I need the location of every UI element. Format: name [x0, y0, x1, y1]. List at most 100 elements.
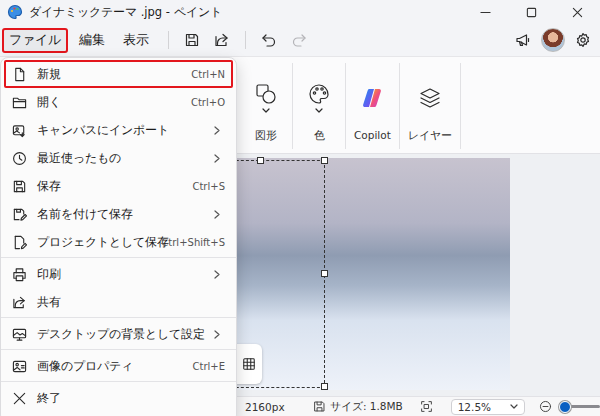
- menu-bar-item[interactable]: ファイル: [2, 28, 68, 53]
- selection-handle[interactable]: [321, 383, 328, 390]
- chevron-down-icon[interactable]: [262, 108, 270, 114]
- account-button[interactable]: [538, 27, 568, 53]
- save-as-icon: [12, 207, 27, 222]
- folder-icon: [12, 95, 27, 110]
- zoom-slider[interactable]: [560, 405, 600, 408]
- redo-button: [284, 27, 314, 53]
- zoom-slider-thumb[interactable]: [559, 401, 571, 413]
- ribbon-group-icon-wrap[interactable]: [360, 69, 384, 127]
- ribbon-group[interactable]: 図形: [240, 63, 293, 149]
- maximize-button[interactable]: [508, 0, 554, 24]
- title-bar: ダイナミックテーマ .jpg - ペイント: [0, 0, 600, 24]
- menu-item-label: 印刷: [37, 267, 203, 282]
- zoom-dropdown[interactable]: 12.5%: [451, 399, 525, 415]
- file-menu-item[interactable]: 保存 Ctrl+S: [4, 172, 233, 200]
- file-menu-item[interactable]: 印刷: [4, 260, 233, 288]
- menu-item-label: 保存: [37, 179, 182, 194]
- menu-separator: [1, 317, 236, 318]
- import-image-icon: [12, 123, 27, 138]
- avatar-icon: [541, 28, 565, 52]
- ribbon-group-icon-wrap[interactable]: [418, 69, 442, 127]
- ribbon-group-icon-wrap[interactable]: [307, 69, 331, 127]
- redo-icon: [291, 32, 307, 48]
- gear-icon: [575, 32, 591, 48]
- paint-app-icon: [7, 4, 23, 20]
- chevron-right-icon: [213, 210, 221, 219]
- image-dimensions: 2160px: [245, 401, 285, 413]
- close-button[interactable]: [554, 0, 600, 24]
- chevron-right-icon: [213, 126, 221, 135]
- menu-item-label: 共有: [37, 295, 225, 310]
- selection-handle[interactable]: [321, 157, 328, 164]
- feedback-button[interactable]: [508, 27, 538, 53]
- menu-item-shortcut: Ctrl+Shift+S: [161, 237, 225, 248]
- selection-handle[interactable]: [321, 270, 328, 277]
- file-menu-item[interactable]: デスクトップの背景として設定: [4, 320, 233, 348]
- share-button[interactable]: [207, 27, 237, 53]
- chevron-right-icon: [213, 154, 221, 163]
- project-save-icon: [12, 235, 27, 250]
- menu-item-shortcut: Ctrl+O: [191, 97, 225, 108]
- close-x-icon: [12, 391, 27, 406]
- file-menu-item[interactable]: キャンバスにインポート: [4, 116, 233, 144]
- menu-item-shortcut: Ctrl+N: [191, 69, 225, 80]
- toolbar-divider: [168, 31, 169, 49]
- palette-icon[interactable]: [307, 82, 331, 106]
- settings-button[interactable]: [568, 27, 598, 53]
- save-icon: [12, 179, 27, 194]
- undo-button[interactable]: [254, 27, 284, 53]
- file-menu-item[interactable]: 新規 Ctrl+N: [4, 60, 233, 88]
- maximize-icon: [526, 7, 537, 18]
- menu-item-label: 終了: [37, 391, 225, 406]
- undo-icon: [261, 32, 277, 48]
- menu-item-label: 新規: [37, 67, 181, 82]
- chevron-down-icon: [510, 404, 518, 410]
- file-size-icon: [313, 400, 326, 413]
- fit-to-window-icon[interactable]: [420, 400, 433, 413]
- share-icon: [214, 32, 230, 48]
- file-menu-item[interactable]: 画像のプロパティCtrl+E: [4, 352, 233, 380]
- zoom-out-icon[interactable]: [539, 400, 552, 413]
- save-button[interactable]: [177, 27, 207, 53]
- ribbon-group-label: 図形: [255, 129, 277, 143]
- menu-item-shortcut: Ctrl+E: [193, 361, 226, 372]
- file-menu-item[interactable]: 開く Ctrl+O: [4, 88, 233, 116]
- transparency-checker-icon[interactable]: [242, 357, 256, 371]
- ribbon-group-icon-wrap[interactable]: [254, 69, 278, 127]
- ribbon-group[interactable]: Copilot: [346, 63, 400, 149]
- file-menu-item[interactable]: 終了: [4, 384, 233, 412]
- menu-item-label: キャンバスにインポート: [37, 123, 203, 138]
- file-menu: 新規 Ctrl+N 開く Ctrl+O キャンバスにインポート最近使ったもの保存 Ctrl…: [0, 57, 237, 416]
- menu-item-label: 最近使ったもの: [37, 151, 203, 166]
- ribbon-group[interactable]: レイヤー: [400, 63, 461, 149]
- menu-item-label: 開く: [37, 95, 181, 110]
- window-title: ダイナミックテーマ .jpg - ペイント: [29, 5, 462, 20]
- minimize-button[interactable]: [462, 0, 508, 24]
- file-size: サイズ: 1.8MB: [330, 400, 403, 414]
- file-menu-item[interactable]: プロジェクトとして保存Ctrl+Shift+S: [4, 228, 233, 256]
- clock-icon: [12, 151, 27, 166]
- menu-bar-item[interactable]: 表示: [116, 28, 156, 53]
- file-menu-item[interactable]: 名前を付けて保存: [4, 200, 233, 228]
- chevron-down-icon[interactable]: [315, 108, 323, 114]
- menu-bar: ファイル編集表示: [0, 24, 600, 56]
- menu-item-label: 名前を付けて保存: [37, 207, 203, 222]
- selection-handle[interactable]: [257, 157, 264, 164]
- menu-separator: [1, 257, 236, 258]
- image-properties-icon: [12, 359, 27, 374]
- chevron-right-icon: [213, 330, 221, 339]
- layers-icon[interactable]: [418, 86, 442, 110]
- ribbon-group-label: Copilot: [354, 129, 391, 141]
- file-menu-item[interactable]: 共有: [4, 288, 233, 316]
- menu-item-shortcut: Ctrl+S: [192, 181, 225, 192]
- file-menu-item[interactable]: 最近使ったもの: [4, 144, 233, 172]
- zoom-value: 12.5%: [458, 401, 491, 413]
- copilot-icon[interactable]: [360, 86, 384, 110]
- desktop-background-icon: [12, 327, 27, 342]
- menu-bar-item[interactable]: 編集: [72, 28, 112, 53]
- save-icon: [184, 32, 200, 48]
- menu-item-label: デスクトップの背景として設定: [37, 327, 203, 342]
- ribbon-group[interactable]: 色: [293, 63, 346, 149]
- shapes-icon[interactable]: [254, 82, 278, 106]
- megaphone-icon: [515, 32, 531, 48]
